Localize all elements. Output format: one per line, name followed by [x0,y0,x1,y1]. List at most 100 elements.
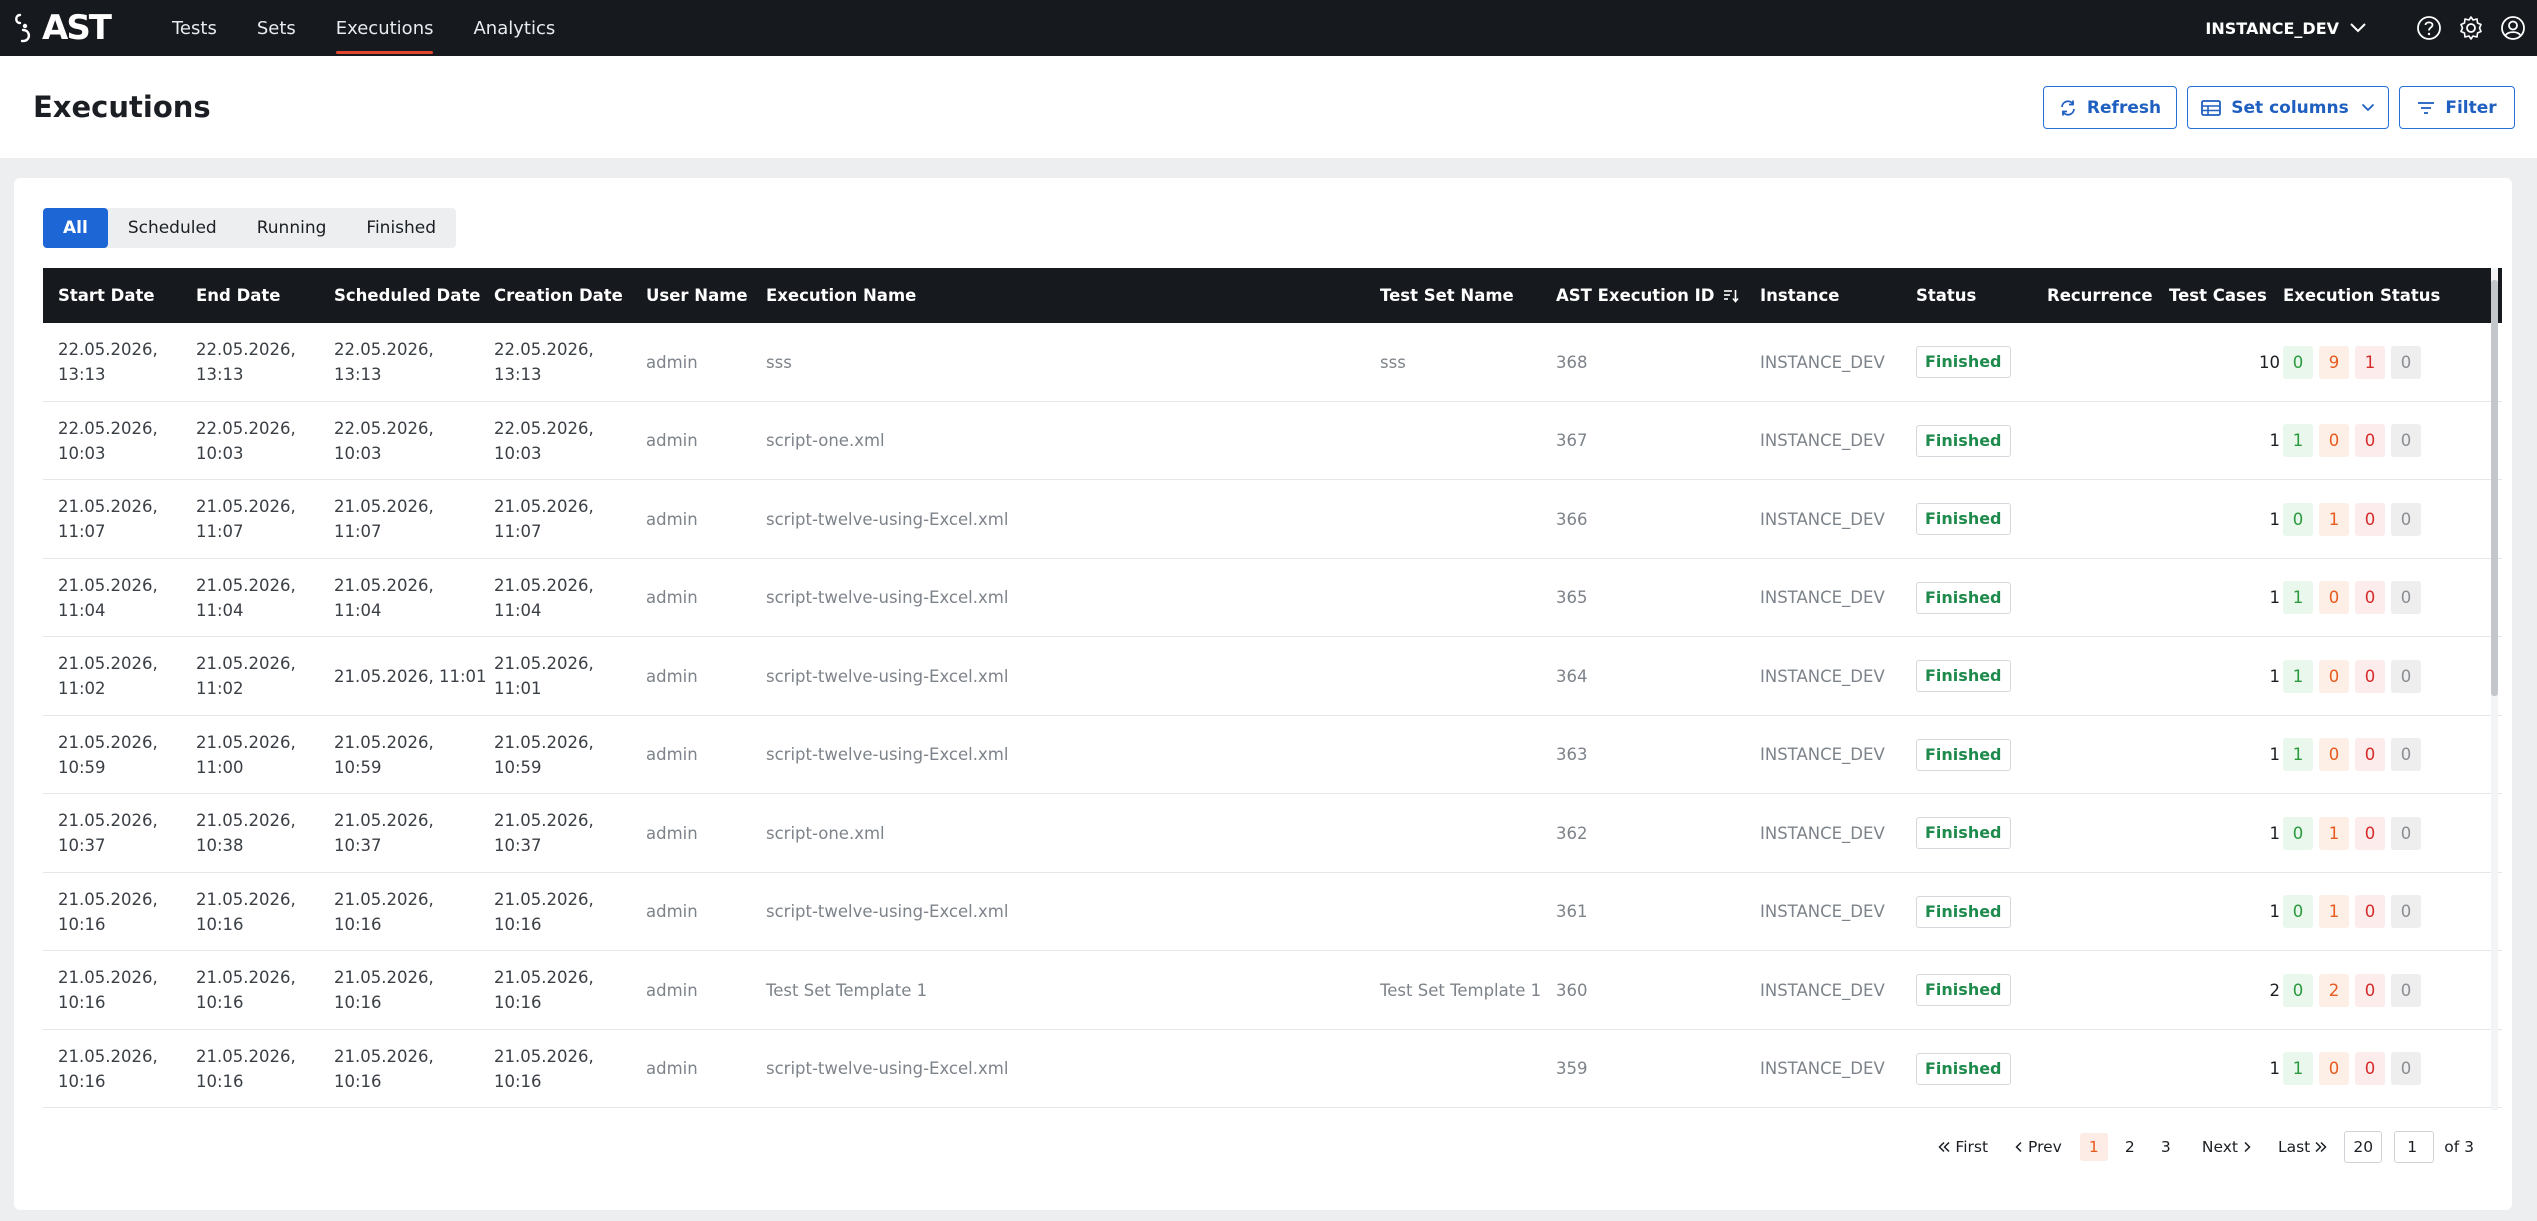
column-header-scheduled-date[interactable]: Scheduled Date [334,268,480,323]
warning-count[interactable]: 0 [2319,424,2349,457]
skipped-count[interactable]: 0 [2391,973,2421,1007]
cell-scheduled: 21.05.2026, 11:01 [334,637,487,715]
skipped-count[interactable]: 0 [2391,816,2421,850]
page-button-1[interactable]: 1 [2079,1133,2108,1161]
cell-scheduled-text: 21.05.2026, 10:16 [334,887,434,937]
settings-icon[interactable] [2457,14,2485,42]
table-scrollbar[interactable] [2488,268,2502,1110]
column-header-execution-name[interactable]: Execution Name [766,268,916,323]
skipped-count[interactable]: 0 [2391,581,2421,614]
warning-count[interactable]: 9 [2319,345,2349,379]
tab-running[interactable]: Running [237,208,347,248]
passed-count[interactable]: 0 [2283,895,2313,928]
nav-executions[interactable]: Executions [316,0,454,56]
column-header-test-cases[interactable]: Test Cases [2169,268,2267,323]
next-page-button[interactable]: Next [2202,1138,2256,1156]
failed-count[interactable]: 0 [2355,502,2385,536]
tab-all[interactable]: All [43,208,108,248]
first-page-button[interactable]: First [1933,1138,1988,1156]
tab-finished[interactable]: Finished [346,208,456,248]
sort-descending-icon[interactable] [1723,289,1739,303]
help-icon[interactable] [2415,14,2443,42]
passed-count[interactable]: 0 [2283,345,2313,379]
table-row[interactable]: 22.05.2026, 13:13 22.05.2026, 13:13 22.05.20… [43,323,2502,402]
passed-count[interactable]: 0 [2283,973,2313,1007]
warning-count[interactable]: 1 [2319,895,2349,928]
skipped-count[interactable]: 0 [2391,424,2421,457]
skipped-count[interactable]: 0 [2391,345,2421,379]
table-row[interactable]: 21.05.2026, 11:07 21.05.2026, 11:07 21.05.20… [43,480,2502,559]
passed-count[interactable]: 1 [2283,1052,2313,1085]
skipped-count[interactable]: 0 [2391,659,2421,693]
set-columns-button[interactable]: Set columns [2187,86,2389,129]
warning-count[interactable]: 1 [2319,502,2349,536]
passed-count[interactable]: 1 [2283,659,2313,693]
failed-count[interactable]: 0 [2355,816,2385,850]
table-row[interactable]: 21.05.2026, 10:16 21.05.2026, 10:16 21.05.20… [43,951,2502,1030]
table-row[interactable]: 22.05.2026, 10:03 22.05.2026, 10:03 22.05.20… [43,402,2502,480]
passed-count[interactable]: 1 [2283,424,2313,457]
column-header-end-date[interactable]: End Date [196,268,280,323]
table-row[interactable]: 21.05.2026, 10:37 21.05.2026, 10:38 21.05.20… [43,794,2502,873]
cell-creation-text: 22.05.2026, 10:03 [494,416,594,466]
skipped-count[interactable]: 0 [2391,895,2421,928]
user-icon[interactable] [2499,14,2527,42]
instance-select[interactable]: INSTANCE_DEV [2205,19,2367,38]
failed-count[interactable]: 0 [2355,973,2385,1007]
failed-count[interactable]: 0 [2355,1052,2385,1085]
table-row[interactable]: 21.05.2026, 11:02 21.05.2026, 11:02 21.05.20… [43,637,2502,716]
failed-count[interactable]: 1 [2355,345,2385,379]
nav-tests[interactable]: Tests [152,0,237,56]
column-header-start-date[interactable]: Start Date [58,268,155,323]
column-header-execution-status[interactable]: Execution Status [2283,268,2440,323]
column-header-status[interactable]: Status [1916,268,1976,323]
failed-count[interactable]: 0 [2355,581,2385,614]
column-header-ast-execution-id[interactable]: AST Execution ID [1556,268,1739,323]
skipped-count[interactable]: 0 [2391,502,2421,536]
cell-end-time: 13:13 [196,365,244,384]
failed-count[interactable]: 0 [2355,738,2385,771]
skipped-count[interactable]: 0 [2391,738,2421,771]
table-row[interactable]: 21.05.2026, 11:04 21.05.2026, 11:04 21.05.20… [43,559,2502,637]
warning-count[interactable]: 0 [2319,738,2349,771]
skipped-count[interactable]: 0 [2391,1052,2421,1085]
page-button-3[interactable]: 3 [2152,1133,2180,1161]
page-button-2[interactable]: 2 [2116,1133,2144,1161]
passed-count[interactable]: 1 [2283,738,2313,771]
page-number-input[interactable]: 1 [2394,1131,2435,1163]
passed-count[interactable]: 0 [2283,816,2313,850]
cell-creation: 21.05.2026, 11:07 [494,480,594,558]
nav-analytics[interactable]: Analytics [453,0,575,56]
column-header-creation-date[interactable]: Creation Date [494,268,623,323]
prev-page-button[interactable]: Prev [2010,1138,2062,1156]
table-row[interactable]: 21.05.2026, 10:16 21.05.2026, 10:16 21.05.20… [43,873,2502,951]
cell-start-time: 13:13 [58,365,106,384]
column-header-instance[interactable]: Instance [1760,268,1839,323]
tab-scheduled[interactable]: Scheduled [108,208,237,248]
failed-count[interactable]: 0 [2355,659,2385,693]
app-logo[interactable]: AST [14,8,112,48]
last-page-button[interactable]: Last [2278,1138,2332,1156]
warning-count[interactable]: 1 [2319,816,2349,850]
column-header-user-name[interactable]: User Name [646,268,748,323]
warning-count[interactable]: 0 [2319,1052,2349,1085]
passed-count[interactable]: 0 [2283,502,2313,536]
table-row[interactable]: 21.05.2026, 10:59 21.05.2026, 11:00 21.05.20… [43,716,2502,794]
cell-scheduled-text: 21.05.2026, 10:37 [334,808,434,858]
warning-count[interactable]: 2 [2319,973,2349,1007]
warning-count[interactable]: 0 [2319,581,2349,614]
table-row[interactable]: 21.05.2026, 10:16 21.05.2026, 10:16 21.05.20… [43,1030,2502,1108]
top-right-controls: INSTANCE_DEV [2205,0,2537,56]
filter-button-label: Filter [2445,97,2497,118]
warning-count[interactable]: 0 [2319,659,2349,693]
passed-count[interactable]: 1 [2283,581,2313,614]
refresh-button[interactable]: Refresh [2043,86,2177,129]
page-size-select[interactable]: 20 [2344,1131,2383,1163]
nav-sets[interactable]: Sets [237,0,316,56]
column-header-test-set-name[interactable]: Test Set Name [1380,268,1514,323]
column-header-recurrence[interactable]: Recurrence [2047,268,2153,323]
scrollbar-thumb[interactable] [2491,280,2498,696]
failed-count[interactable]: 0 [2355,895,2385,928]
filter-button[interactable]: Filter [2399,86,2515,129]
failed-count[interactable]: 0 [2355,424,2385,457]
